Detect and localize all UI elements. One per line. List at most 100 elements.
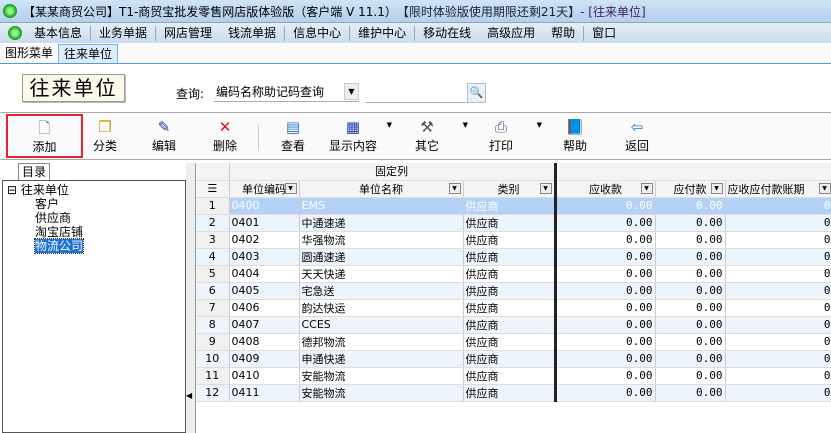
row-number[interactable]: 1 xyxy=(196,197,230,215)
cell-receivable[interactable]: 0.00 xyxy=(555,282,656,300)
table-row[interactable]: 10 0409 申通快递 供应商 0.00 0.00 0 xyxy=(196,350,831,368)
filter-dropdown-icon[interactable]: ▼ xyxy=(640,182,653,194)
row-number[interactable]: 11 xyxy=(196,367,230,385)
table-row[interactable]: 12 0411 安能物流 供应商 0.00 0.00 0 xyxy=(196,384,831,402)
cell-type[interactable]: 供应商 xyxy=(463,282,557,300)
dropdown-arrow-icon[interactable]: ▼ xyxy=(463,121,468,129)
table-row[interactable]: 1 0400 EMS 供应商 0.00 0.00 0 xyxy=(196,197,831,215)
cell-payable[interactable]: 0.00 xyxy=(655,350,726,368)
cell-receivable[interactable]: 0.00 xyxy=(555,231,656,249)
cell-name[interactable]: 安能物流 xyxy=(299,367,464,385)
tree-item-taobao[interactable]: 淘宝店铺 xyxy=(7,225,181,239)
return-button[interactable]: ⇦ 返回 xyxy=(620,117,654,157)
cell-code[interactable]: 0400 xyxy=(229,197,300,215)
display-content-button[interactable]: ▦ 显示内容 ▼ xyxy=(326,117,392,157)
cell-code[interactable]: 0406 xyxy=(229,299,300,317)
row-number[interactable]: 12 xyxy=(196,384,230,402)
menu-help[interactable]: 帮助 xyxy=(543,25,585,41)
cell-code[interactable]: 0405 xyxy=(229,282,300,300)
cell-payable[interactable]: 0.00 xyxy=(655,384,726,402)
cell-name[interactable]: EMS xyxy=(299,197,464,215)
other-button[interactable]: ⚒ 其它 ▼ xyxy=(410,117,468,157)
row-number[interactable]: 3 xyxy=(196,231,230,249)
cell-name[interactable]: 圆通速递 xyxy=(299,248,464,266)
cell-type[interactable]: 供应商 xyxy=(463,333,557,351)
cell-receivable[interactable]: 0.00 xyxy=(555,367,656,385)
cell-name[interactable]: CCES xyxy=(299,316,464,334)
cell-type[interactable]: 供应商 xyxy=(463,265,557,283)
table-row[interactable]: 7 0406 韵达快运 供应商 0.00 0.00 0 xyxy=(196,299,831,317)
table-row[interactable]: 11 0410 安能物流 供应商 0.00 0.00 0 xyxy=(196,367,831,385)
cell-type[interactable]: 供应商 xyxy=(463,248,557,266)
tab-directory[interactable]: 目录 xyxy=(18,163,50,180)
cell-term[interactable]: 0 xyxy=(725,316,831,334)
row-selector-icon[interactable]: ☰ xyxy=(196,180,230,198)
row-number[interactable]: 5 xyxy=(196,265,230,283)
row-number[interactable]: 10 xyxy=(196,350,230,368)
cell-code[interactable]: 0410 xyxy=(229,367,300,385)
cell-term[interactable]: 0 xyxy=(725,299,831,317)
column-header-type[interactable]: 类别 ▼ xyxy=(463,180,557,198)
menu-info-center[interactable]: 信息中心 xyxy=(285,25,351,41)
menu-maintenance[interactable]: 维护中心 xyxy=(350,25,416,41)
cell-code[interactable]: 0409 xyxy=(229,350,300,368)
row-number[interactable]: 8 xyxy=(196,316,230,334)
tab-contacts[interactable]: 往来单位 xyxy=(58,44,119,63)
query-input[interactable] xyxy=(366,83,466,103)
chevron-left-icon[interactable]: ◀ xyxy=(186,391,192,400)
cell-term[interactable]: 0 xyxy=(725,384,831,402)
cell-type[interactable]: 供应商 xyxy=(463,384,557,402)
column-header-receivable[interactable]: 应收款 ▼ xyxy=(555,180,656,198)
filter-dropdown-icon[interactable]: ▼ xyxy=(710,182,723,194)
filter-dropdown-icon[interactable]: ▼ xyxy=(284,182,297,194)
column-header-code[interactable]: 单位编码 ▼ xyxy=(229,180,300,198)
filter-dropdown-icon[interactable]: ▼ xyxy=(539,182,552,194)
cell-type[interactable]: 供应商 xyxy=(463,231,557,249)
cell-payable[interactable]: 0.00 xyxy=(655,265,726,283)
tree-item-supplier[interactable]: 供应商 xyxy=(7,211,181,225)
menu-window[interactable]: 窗口 xyxy=(584,26,624,41)
cell-type[interactable]: 供应商 xyxy=(463,214,557,232)
chevron-down-icon[interactable]: ▼ xyxy=(344,83,359,100)
cell-name[interactable]: 华强物流 xyxy=(299,231,464,249)
row-number[interactable]: 4 xyxy=(196,248,230,266)
row-number[interactable]: 9 xyxy=(196,333,230,351)
cell-term[interactable]: 0 xyxy=(725,265,831,283)
cell-code[interactable]: 0404 xyxy=(229,265,300,283)
cell-type[interactable]: 供应商 xyxy=(463,367,557,385)
menu-business-docs[interactable]: 业务单据 xyxy=(91,25,157,41)
table-row[interactable]: 5 0404 天天快递 供应商 0.00 0.00 0 xyxy=(196,265,831,283)
cell-payable[interactable]: 0.00 xyxy=(655,248,726,266)
row-number[interactable]: 2 xyxy=(196,214,230,232)
column-header-name[interactable]: 单位名称 ▼ xyxy=(299,180,464,198)
cell-name[interactable]: 韵达快运 xyxy=(299,299,464,317)
cell-code[interactable]: 0408 xyxy=(229,333,300,351)
cell-payable[interactable]: 0.00 xyxy=(655,333,726,351)
menu-shop-management[interactable]: 网店管理 xyxy=(156,26,220,41)
cell-term[interactable]: 0 xyxy=(725,214,831,232)
table-row[interactable]: 4 0403 圆通速递 供应商 0.00 0.00 0 xyxy=(196,248,831,266)
cell-receivable[interactable]: 0.00 xyxy=(555,214,656,232)
dropdown-arrow-icon[interactable]: ▼ xyxy=(387,121,392,129)
filter-dropdown-icon[interactable]: ▼ xyxy=(818,182,831,194)
cell-name[interactable]: 申通快递 xyxy=(299,350,464,368)
category-button[interactable]: ❐ 分类 xyxy=(88,117,122,157)
cell-receivable[interactable]: 0.00 xyxy=(555,265,656,283)
help-button[interactable]: 📘 帮助 xyxy=(558,117,592,157)
cell-receivable[interactable]: 0.00 xyxy=(555,299,656,317)
cell-payable[interactable]: 0.00 xyxy=(655,367,726,385)
cell-receivable[interactable]: 0.00 xyxy=(555,333,656,351)
cell-term[interactable]: 0 xyxy=(725,282,831,300)
cell-term[interactable]: 0 xyxy=(725,197,831,215)
dropdown-arrow-icon[interactable]: ▼ xyxy=(537,121,542,129)
cell-payable[interactable]: 0.00 xyxy=(655,316,726,334)
tab-graphic-menu[interactable]: 图形菜单 xyxy=(0,44,58,63)
cell-receivable[interactable]: 0.00 xyxy=(555,248,656,266)
cell-name[interactable]: 宅急送 xyxy=(299,282,464,300)
row-number[interactable]: 7 xyxy=(196,299,230,317)
cell-term[interactable]: 0 xyxy=(725,350,831,368)
cell-payable[interactable]: 0.00 xyxy=(655,197,726,215)
delete-button[interactable]: ✕ 删除 xyxy=(207,117,243,157)
cell-code[interactable]: 0411 xyxy=(229,384,300,402)
filter-dropdown-icon[interactable]: ▼ xyxy=(448,182,461,194)
